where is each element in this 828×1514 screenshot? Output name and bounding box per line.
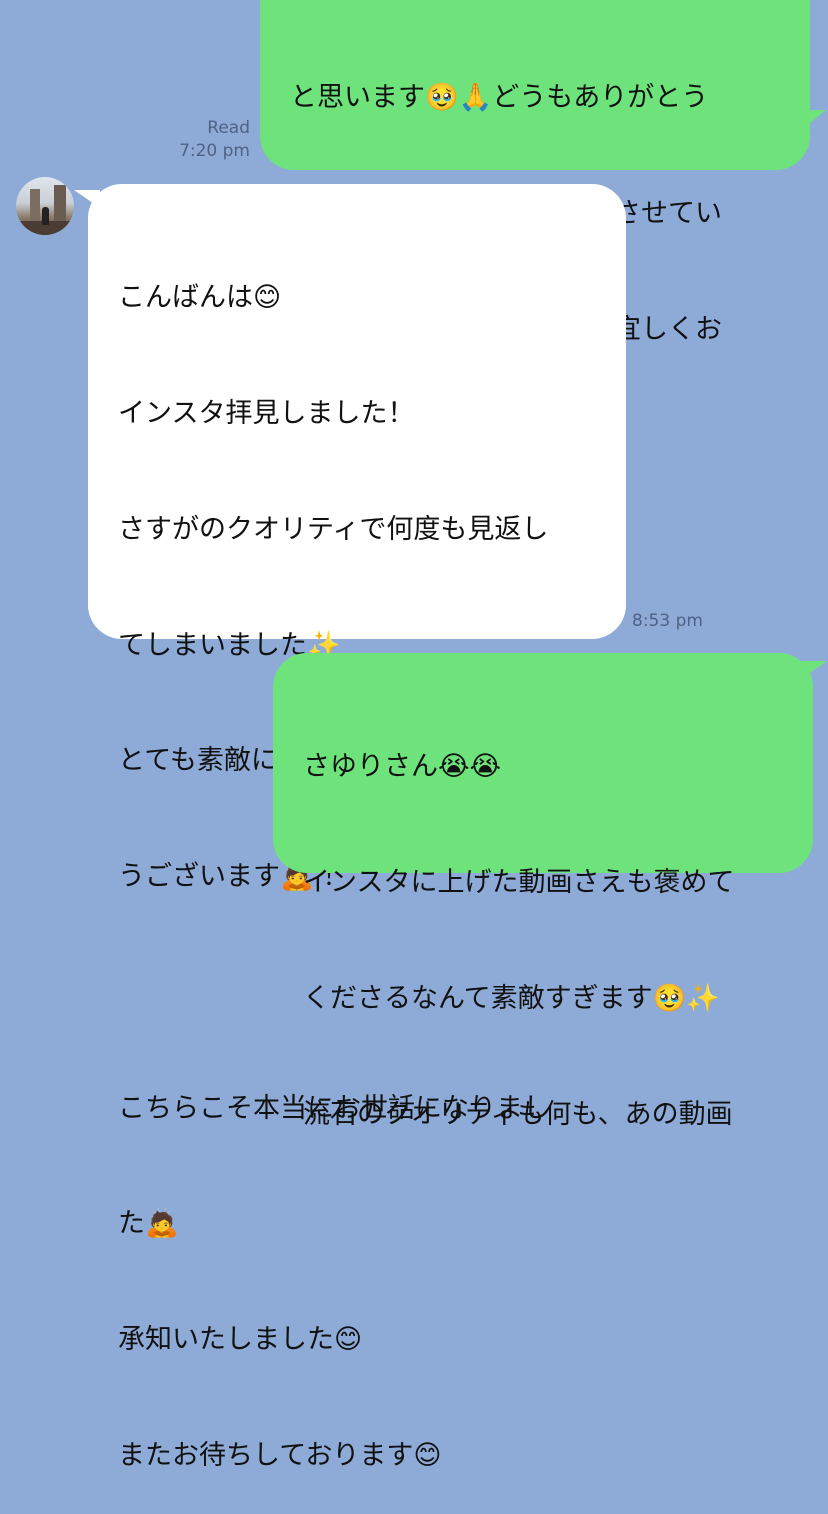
message-line: た🙇 <box>118 1208 179 1240</box>
outgoing-message-bubble[interactable]: さゆりさん😭😭 インスタに上げた動画さえも褒めて くださるなんて素敵すぎます🥹✨… <box>273 653 827 1130</box>
message-line: と思います🥹🙏どうもありがとう <box>290 82 709 114</box>
incoming-message-bubble[interactable]: こんばんは😊 インスタ拝見しました！ さすがのクオリティで何度も見返し てしまい… <box>74 184 626 1471</box>
message-line: こんばんは😊 <box>118 282 282 314</box>
outgoing-message-bubble[interactable]: と思います🥹🙏どうもありがとう ございました。またご連絡させてい ただきます！一… <box>260 0 826 461</box>
message-line: さゆりさん😭😭 <box>303 751 502 783</box>
message-timestamp: 7:20 pm <box>179 141 250 161</box>
avatar[interactable] <box>16 177 74 235</box>
message-line: またお待ちしております😊 <box>118 1440 442 1471</box>
message-line: インスタ拝見しました！ <box>118 397 415 429</box>
avatar-photo-detail <box>42 207 49 225</box>
message-line: 承知いたしました😊 <box>118 1324 363 1356</box>
read-status: Read <box>207 118 250 138</box>
message-line: くださるなんて素敵すぎます🥹✨ <box>303 982 720 1014</box>
message-timestamp: 8:53 pm <box>632 611 703 631</box>
message-line: さすがのクオリティで何度も見返し <box>118 513 549 545</box>
message-line: 流石のクオリティも何も、あの動画 <box>303 1098 733 1130</box>
message-line: インスタに上げた動画さえも褒めて <box>303 866 735 898</box>
